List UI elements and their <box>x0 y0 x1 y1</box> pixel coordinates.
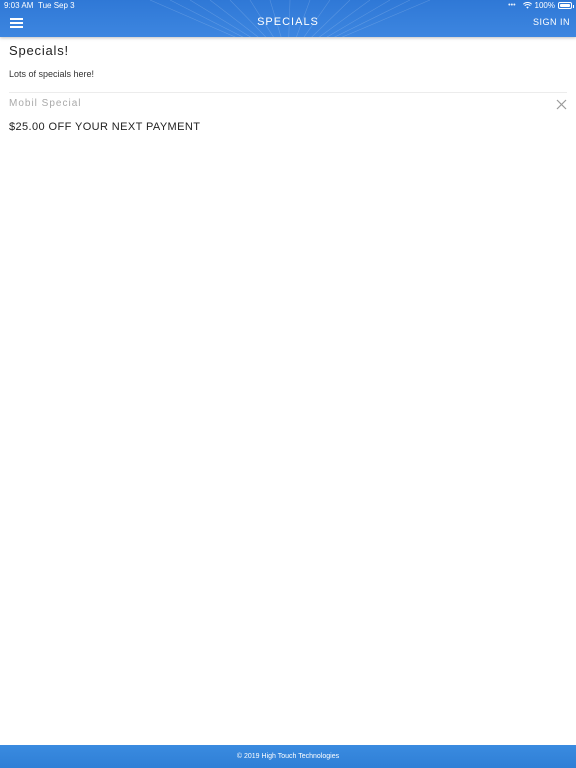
page-header-title: SPECIALS <box>257 16 319 28</box>
divider <box>9 92 567 93</box>
page-subtitle: Lots of specials here! <box>9 69 95 79</box>
status-time: 9:03 AM <box>4 1 34 10</box>
footer: © 2019 High Touch Technologies <box>0 745 576 768</box>
battery-percent: 100% <box>534 1 555 10</box>
status-bar: 9:03 AM Tue Sep 3 ••• 100% <box>0 0 576 11</box>
page-intro: Specials! Lots of specials here! <box>9 43 567 79</box>
battery-icon <box>558 2 574 9</box>
close-icon[interactable] <box>556 99 567 110</box>
wifi-icon <box>522 2 532 9</box>
status-date: Tue Sep 3 <box>38 1 75 10</box>
top-bar: 9:03 AM Tue Sep 3 ••• 100% SPECIALS SIGN… <box>0 0 576 37</box>
page-title: Specials! <box>9 43 69 58</box>
special-description: $25.00 OFF YOUR NEXT PAYMENT <box>9 121 201 133</box>
footer-copyright: © 2019 High Touch Technologies <box>236 753 340 760</box>
sign-in-button[interactable]: SIGN IN <box>533 17 570 27</box>
multitasking-dots-icon: ••• <box>508 2 516 9</box>
special-title[interactable]: Mobil Special <box>9 98 81 109</box>
status-right: ••• 100% <box>508 0 574 11</box>
